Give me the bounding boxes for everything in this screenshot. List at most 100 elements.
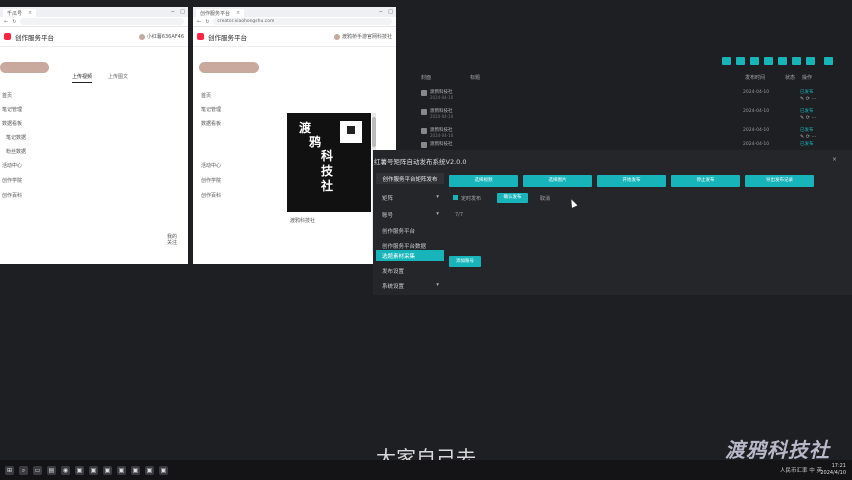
counter-text: 7/7 — [455, 212, 464, 218]
row-title: 渡鸦科技社 — [430, 142, 453, 147]
publish-button[interactable] — [199, 62, 259, 73]
nav-item-matrix-publish[interactable]: 创作服务平台矩阵发布 — [376, 173, 444, 184]
sidebar-item-home[interactable]: 首页 — [2, 92, 12, 99]
sidebar-item-notes[interactable]: 笔记管理 — [201, 106, 221, 113]
cancel-link[interactable]: 取消 — [540, 195, 550, 202]
toolbar-button[interactable] — [806, 57, 815, 65]
sidebar-item-data[interactable]: 数据看板 — [201, 120, 221, 127]
sidebar-item-wiki[interactable]: 创作百科 — [201, 192, 221, 199]
toolbar-button[interactable] — [778, 57, 787, 65]
minimize-icon[interactable]: ─ — [171, 9, 174, 15]
app-header: 创作服务平台 小红薯636AF46 — [0, 27, 188, 47]
add-account-button[interactable]: 添加账号 — [449, 256, 481, 267]
sidebar-item-wiki[interactable]: 创作百科 — [2, 192, 22, 199]
app-icon[interactable]: ▣ — [103, 465, 112, 475]
sidebar-item-activity[interactable]: 活动中心 — [201, 162, 221, 169]
browser-tab[interactable]: 千瓜号 × — [3, 9, 37, 17]
logo-icon — [197, 33, 204, 40]
url-field[interactable] — [20, 18, 184, 25]
close-icon[interactable]: × — [28, 10, 32, 16]
nav-item-publish-settings[interactable]: 发布设置 — [376, 265, 444, 276]
row-subtitle: 2024-04-10 — [430, 95, 454, 100]
app-icon[interactable]: ▣ — [75, 465, 84, 475]
poster-char: 社 — [321, 179, 334, 193]
address-bar: ← ↻ — [0, 17, 188, 27]
confirm-publish-button[interactable]: 确认发布 — [497, 193, 528, 203]
app-icon[interactable]: ▣ — [145, 465, 154, 475]
cover-thumbnail — [421, 128, 427, 134]
nav-item-system[interactable]: 系统设置 ▾ — [376, 280, 444, 291]
chevron-down-icon: ▾ — [436, 194, 439, 200]
maximize-icon[interactable]: □ — [180, 9, 185, 15]
nav-item-platform[interactable]: 创作服务平台 — [376, 225, 444, 236]
app-icon[interactable]: ▣ — [159, 465, 168, 475]
close-icon[interactable]: × — [236, 10, 240, 16]
sidebar-item-notes[interactable]: 笔记管理 — [2, 106, 22, 113]
sidebar-item-fan-data[interactable]: 粉丝数据 — [2, 148, 26, 155]
tab-bar: 创作服务平台 × ─ □ — [193, 7, 396, 17]
toolbar-button[interactable] — [750, 57, 759, 65]
edit-icon[interactable]: ✎ ⟳ ⋯ — [800, 115, 817, 121]
nav-item-account[interactable]: 账号 ▾ — [376, 209, 444, 220]
app-title: 创作服务平台 — [208, 33, 247, 42]
app-icon[interactable]: ▣ — [117, 465, 126, 475]
url-field[interactable]: creator.xiaohongshu.com — [213, 18, 392, 25]
table-row[interactable]: 渡鸦科技社 2024-04-10 2024-04-10 已发布 ✎ ⟳ ⋯ — [418, 107, 838, 121]
sidebar-item-activity[interactable]: 活动中心 — [2, 162, 22, 169]
browser-tab[interactable]: 创作服务平台 × — [196, 9, 245, 17]
account-menu[interactable]: 渡鸦桥手游官网科技社 — [333, 33, 392, 40]
row-subtitle: 2024-04-10 — [430, 114, 454, 119]
checkbox-label: 定时发布 — [461, 196, 482, 202]
search-icon[interactable]: ⌕ — [19, 465, 28, 475]
export-records-button[interactable]: 导出发布记录 — [745, 175, 814, 187]
sidebar-item-home[interactable]: 首页 — [201, 92, 211, 99]
toolbar-button[interactable] — [764, 57, 773, 65]
nav-item-matrix[interactable]: 矩阵 ▾ — [376, 192, 444, 203]
toolbar-button[interactable] — [736, 57, 745, 65]
reload-icon[interactable]: ↻ — [205, 19, 209, 25]
publish-button[interactable] — [0, 62, 49, 73]
tab-upload-image[interactable]: 上传图文 — [108, 73, 128, 80]
sidebar-item-academy[interactable]: 创作学院 — [2, 177, 22, 184]
sidebar-item-note-data[interactable]: 笔记数据 — [2, 134, 26, 141]
nav-item-material[interactable]: 选题素材采集 — [376, 250, 444, 261]
caption-title: 渡鸦科技社 — [290, 218, 316, 224]
account-menu[interactable]: 小红薯636AF46 — [138, 33, 184, 40]
minimize-icon[interactable]: ─ — [379, 9, 382, 15]
cover-thumbnail — [421, 142, 427, 148]
toolbar-button[interactable] — [722, 57, 731, 65]
task-view-icon[interactable]: ▭ — [33, 465, 42, 475]
toolbar-button[interactable] — [792, 57, 801, 65]
app-icon[interactable]: ▣ — [131, 465, 140, 475]
browser-icon[interactable]: ◉ — [61, 465, 70, 475]
clock[interactable]: 17:21 2024/4/10 — [820, 463, 846, 477]
row-date: 2024-04-10 — [743, 109, 770, 114]
reload-icon[interactable]: ↻ — [12, 19, 16, 25]
sidebar-item-data[interactable]: 数据看板 — [2, 120, 22, 127]
address-bar: ← ↻ creator.xiaohongshu.com — [193, 17, 396, 27]
start-icon[interactable]: ⊞ — [5, 465, 14, 475]
file-explorer-icon[interactable]: ▤ — [47, 465, 56, 475]
avatar — [333, 33, 340, 40]
app-title: 创作服务平台 — [15, 33, 54, 42]
back-icon[interactable]: ← — [197, 19, 201, 25]
toolbar-button[interactable] — [824, 57, 833, 65]
column-header: 标题 — [470, 75, 481, 81]
tab-upload-video[interactable]: 上传视频 — [72, 73, 93, 83]
system-tray[interactable]: 人民币汇率 中 英 — [780, 466, 822, 474]
table-row[interactable]: 渡鸦科技社 2024-04-10 2024-04-10 已发布 ✎ ⟳ ⋯ — [418, 88, 838, 102]
app-icon[interactable]: ▣ — [89, 465, 98, 475]
maximize-icon[interactable]: □ — [388, 9, 393, 15]
sidebar-item-academy[interactable]: 创作学院 — [201, 177, 221, 184]
back-icon[interactable]: ← — [4, 19, 8, 25]
start-publish-button[interactable]: 开始发布 — [597, 175, 666, 187]
close-icon[interactable]: × — [832, 156, 837, 163]
stop-publish-button[interactable]: 停止发布 — [671, 175, 740, 187]
column-header: 状态 — [785, 75, 796, 81]
select-video-button[interactable]: 选择视频 — [449, 175, 518, 187]
select-image-button[interactable]: 选择图片 — [523, 175, 592, 187]
table-row[interactable]: 渡鸦科技社 2024-04-10 2024-04-10 已发布 ✎ ⟳ ⋯ — [418, 126, 838, 140]
corner-text[interactable]: 我的 关注 — [167, 234, 177, 246]
schedule-checkbox[interactable] — [453, 195, 458, 200]
edit-icon[interactable]: ✎ ⟳ ⋯ — [800, 96, 817, 102]
